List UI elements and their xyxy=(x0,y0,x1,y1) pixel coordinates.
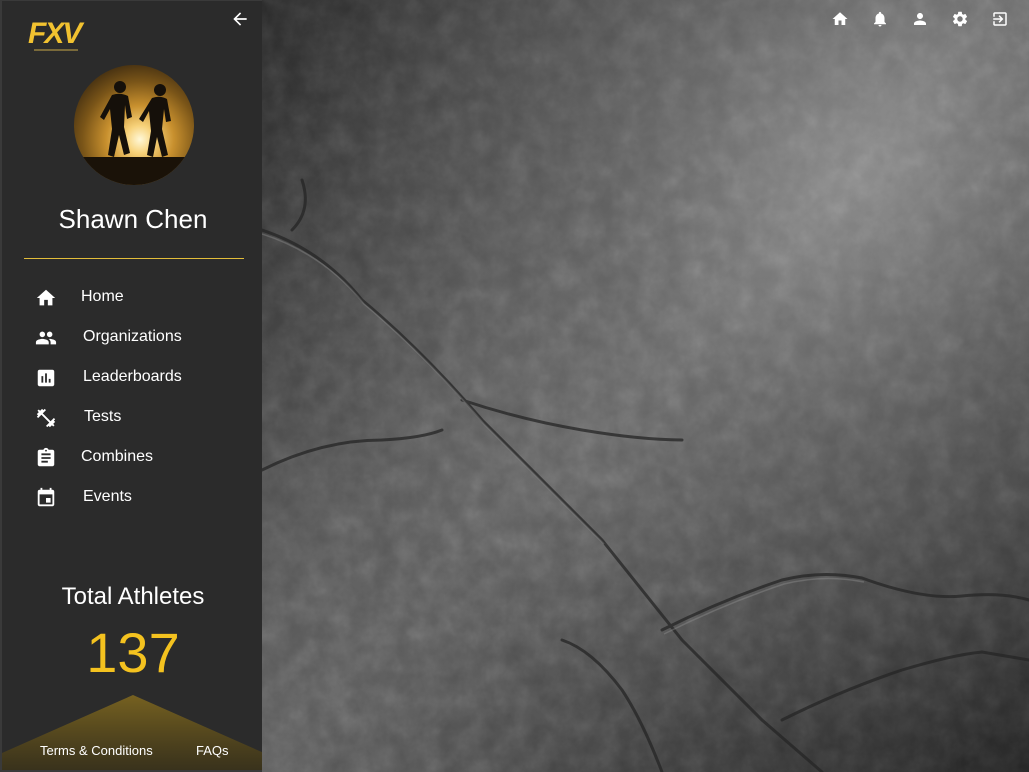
nav-item-events[interactable]: Events xyxy=(2,477,262,517)
logout-button[interactable] xyxy=(989,8,1011,30)
total-athletes-label: Total Athletes xyxy=(61,583,205,610)
gear-icon xyxy=(952,11,968,27)
fxv-logo[interactable]: FXV xyxy=(28,19,88,55)
main-content xyxy=(262,0,1029,772)
nav-label-combines: Combines xyxy=(81,448,154,465)
nav-item-organizations[interactable]: Organizations xyxy=(2,317,262,357)
arrow-left-icon xyxy=(233,12,247,26)
notifications-button[interactable] xyxy=(869,8,891,30)
nav-label-leaderboards: Leaderboards xyxy=(83,368,182,385)
calendar-icon xyxy=(37,487,55,507)
people-icon xyxy=(35,331,57,345)
home-icon xyxy=(832,12,848,25)
sidebar: FXV Shawn Chen Home Organizations Leader… xyxy=(0,0,262,772)
avatar[interactable] xyxy=(74,65,194,185)
clipboard-icon xyxy=(37,447,55,467)
nav-item-tests[interactable]: Tests xyxy=(2,397,262,437)
runners-silhouette-icon xyxy=(74,81,194,185)
dumbbell-icon xyxy=(36,408,56,428)
bar-chart-icon xyxy=(37,369,55,387)
settings-button[interactable] xyxy=(949,8,971,30)
profile-button[interactable] xyxy=(909,8,931,30)
logo-text: FXV xyxy=(28,17,82,50)
home-icon xyxy=(36,289,56,306)
nav-label-organizations: Organizations xyxy=(83,328,182,345)
nav-item-home[interactable]: Home xyxy=(2,277,262,317)
person-icon xyxy=(914,13,926,25)
sidebar-nav: Home Organizations Leaderboards Tests Co… xyxy=(2,277,262,517)
logo-tagline-mark xyxy=(34,49,78,51)
total-athletes-value: 137 xyxy=(86,621,180,684)
nav-item-combines[interactable]: Combines xyxy=(2,437,262,477)
faqs-link[interactable]: FAQs xyxy=(196,743,229,758)
nav-item-leaderboards[interactable]: Leaderboards xyxy=(2,357,262,397)
user-name: Shawn Chen xyxy=(58,204,208,234)
nav-label-home: Home xyxy=(81,288,124,305)
footer-glow xyxy=(2,695,262,770)
top-toolbar xyxy=(829,8,1011,30)
top-home-button[interactable] xyxy=(829,8,851,30)
terms-link[interactable]: Terms & Conditions xyxy=(40,743,153,758)
bell-icon xyxy=(874,11,886,27)
divider xyxy=(24,258,244,259)
logout-icon xyxy=(993,12,1007,26)
nav-label-events: Events xyxy=(83,488,132,505)
nav-label-tests: Tests xyxy=(84,408,122,425)
collapse-sidebar-button[interactable] xyxy=(230,9,250,29)
rock-texture-background xyxy=(262,0,1029,772)
